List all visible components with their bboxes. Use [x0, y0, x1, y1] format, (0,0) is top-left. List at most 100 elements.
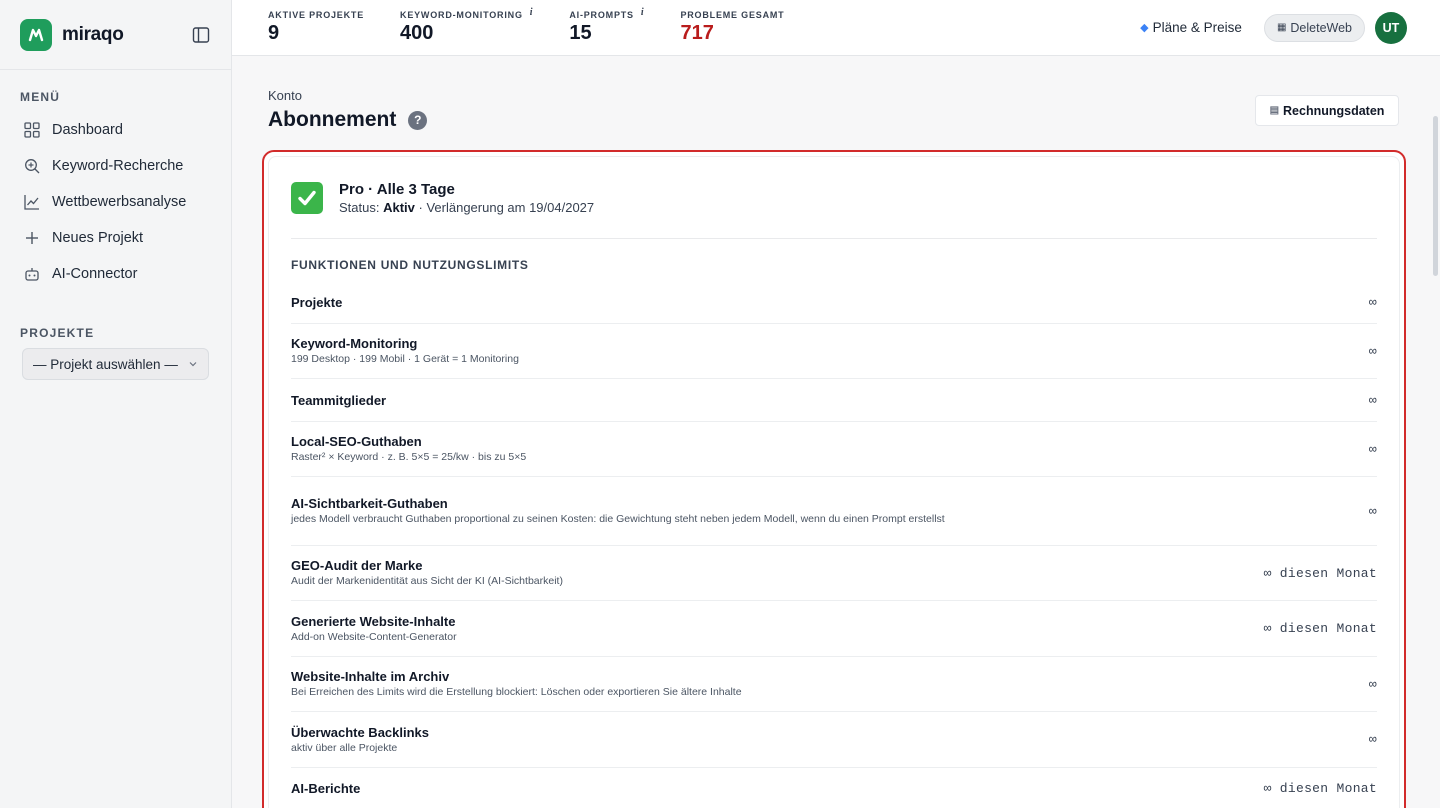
stat-value: 400 [400, 22, 434, 44]
chevron-down-icon [188, 357, 198, 372]
gem-icon: ◆ [1140, 22, 1149, 34]
search-icon [24, 158, 40, 174]
feature-row: Überwachte Backlinks aktiv über alle Proj… [291, 712, 1377, 768]
sidebar-item-label: Neues Projekt [52, 230, 144, 246]
feature-name: GEO-Audit der Marke [291, 558, 423, 573]
info-icon[interactable]: i [530, 7, 534, 18]
feature-list: Projekte ∞ Keyword-Monitoring 199 Desktop… [291, 282, 1377, 808]
feature-description: Audit der Markenidentität aus Sicht der … [291, 575, 563, 587]
menu-heading: MENÜ [20, 90, 61, 104]
feature-limit: ∞ diesen Monat [1263, 565, 1377, 581]
feature-limit: ∞ [1368, 732, 1377, 747]
feature-description: 199 Desktop · 199 Mobil · 1 Gerät = 1 Mo… [291, 353, 519, 365]
feature-row: Website-Inhalte im Archiv Bei Erreichen d… [291, 657, 1377, 712]
top-right-actions: ◆ Pläne & Preise ▦ DeleteWeb UT [1140, 11, 1440, 44]
stat-label: AI-PROMPTS [569, 10, 634, 20]
breadcrumb[interactable]: Konto [268, 88, 302, 103]
feature-row: Generierte Website-Inhalte Add-on Website… [291, 601, 1377, 657]
plan-name: Pro · Alle 3 Tage [339, 180, 455, 198]
feature-name: Projekte [291, 295, 343, 310]
plan-status: Status: Aktiv · Verlängerung am 19/04/20… [339, 200, 594, 215]
help-icon[interactable]: ? [408, 110, 428, 130]
avatar[interactable]: UT [1375, 11, 1407, 44]
feature-limit: ∞ [1368, 392, 1377, 408]
plan-header: Pro · Alle 3 Tage Status: Aktiv · Verlän… [291, 157, 1377, 239]
feature-row: Projekte ∞ [291, 282, 1377, 324]
feature-name: Local-SEO-Guthaben [291, 434, 422, 449]
plans-link-label: Pläne & Preise [1152, 20, 1242, 35]
top-bar: AKTIVE PROJEKTE 9 KEYWORD-MONITORING i 40… [232, 0, 1440, 56]
feature-row: Local-SEO-Guthaben Raster² × Keyword · z.… [291, 422, 1377, 477]
feature-row: Keyword-Monitoring 199 Desktop · 199 Mobi… [291, 324, 1377, 379]
features-heading: FUNKTIONEN UND NUTZUNGSLIMITS [291, 258, 529, 272]
subscription-panel: Pro · Alle 3 Tage Status: Aktiv · Verlän… [262, 150, 1406, 808]
logo-icon[interactable] [20, 18, 52, 51]
stat-value: 15 [569, 22, 592, 44]
stat-ai-prompts: AI-PROMPTS i 15 [569, 7, 645, 45]
sidebar-item-label: Wettbewerbsanalyse [52, 194, 187, 210]
project-select-value: — Projekt auswählen — [33, 356, 178, 372]
feature-row: GEO-Audit der Marke Audit der Markenident… [291, 546, 1377, 601]
feature-limit: ∞ [1368, 295, 1377, 310]
building-icon: ▦ [1276, 22, 1287, 33]
feature-name: Teammitglieder [291, 392, 387, 408]
brand-bar: miraqo [0, 0, 231, 70]
sidebar-item-label: Keyword-Recherche [52, 158, 184, 174]
feature-row: AI-Sichtbarkeit-Guthaben jedes Modell ver… [291, 477, 1377, 546]
stat-active-projects: AKTIVE PROJEKTE 9 [268, 10, 364, 45]
feature-name: Überwachte Backlinks [291, 724, 430, 740]
feature-description: jedes Modell verbraucht Guthaben proport… [291, 513, 945, 525]
status-value: Aktiv [383, 199, 415, 215]
feature-description: Bei Erreichen des Limits wird die Erstel… [291, 686, 742, 698]
projects-heading: PROJEKTE [20, 326, 95, 340]
feature-name: AI-Berichte [291, 781, 361, 796]
sidebar-item-wettbewerbsanalyse[interactable]: Wettbewerbsanalyse [12, 184, 219, 220]
brand-name[interactable]: miraqo [62, 24, 124, 46]
feature-description: Add-on Website-Content-Generator [291, 630, 457, 643]
billing-data-button[interactable]: ▤ Rechnungsdaten [1255, 95, 1399, 126]
plan-info: Pro · Alle 3 Tage Status: Aktiv · Verlän… [339, 181, 594, 215]
feature-limit: ∞ [1368, 441, 1377, 457]
project-select[interactable]: — Projekt auswählen — [22, 348, 209, 380]
check-icon [291, 181, 323, 214]
stat-label: PROBLEME GESAMT [680, 10, 785, 20]
stat-keyword-monitoring: KEYWORD-MONITORING i 400 [400, 7, 534, 45]
stat-label: AKTIVE PROJEKTE [268, 10, 365, 20]
renewal-date: · Verlängerung am 19/04/2027 [418, 199, 595, 215]
feature-limit: ∞ [1368, 503, 1377, 519]
account-name: DeleteWeb [1290, 20, 1352, 35]
plus-icon [24, 230, 40, 246]
sidebar-item-neues-projekt[interactable]: Neues Projekt [12, 220, 219, 256]
subscription-card: Pro · Alle 3 Tage Status: Aktiv · Verlän… [268, 156, 1400, 808]
stat-value: 9 [268, 22, 280, 44]
sidebar-toggle-icon[interactable] [191, 25, 211, 45]
feature-description: aktiv über alle Projekte [291, 741, 398, 754]
grid-icon [24, 122, 40, 138]
account-switcher[interactable]: ▦ DeleteWeb [1263, 13, 1365, 42]
page-title-text: Abonnement [268, 108, 397, 131]
stat-label: KEYWORD-MONITORING [400, 10, 523, 20]
status-label: Status: [339, 199, 380, 215]
stat-value: 717 [680, 22, 714, 44]
billing-button-label: Rechnungsdaten [1283, 103, 1385, 118]
sidebar-item-ai-connector[interactable]: AI-Connector [12, 256, 219, 292]
page-title: Abonnement ? [268, 108, 428, 132]
feature-limit: ∞ diesen Monat [1263, 781, 1377, 796]
info-icon[interactable]: i [641, 7, 645, 18]
stat-total-problems: PROBLEME GESAMT 717 [680, 10, 784, 45]
sidebar: miraqo MENÜ Dashboard Keyword-Recherche … [0, 0, 232, 808]
feature-row: AI-Berichte ∞ diesen Monat [291, 768, 1377, 808]
sidebar-item-label: Dashboard [52, 122, 123, 138]
sidebar-item-dashboard[interactable]: Dashboard [12, 112, 219, 148]
receipt-icon: ▤ [1269, 105, 1280, 116]
sidebar-nav: Dashboard Keyword-Recherche Wettbewerbsa… [0, 104, 231, 292]
feature-limit: ∞ [1368, 343, 1377, 359]
robot-icon [24, 266, 40, 282]
feature-row: Teammitglieder ∞ [291, 379, 1377, 422]
feature-limit: ∞ [1368, 676, 1377, 692]
chart-icon [24, 194, 40, 210]
sidebar-item-keyword-recherche[interactable]: Keyword-Recherche [12, 148, 219, 184]
feature-name: Generierte Website-Inhalte [291, 613, 456, 629]
plans-link[interactable]: ◆ Pläne & Preise [1140, 20, 1242, 35]
scrollbar[interactable] [1433, 116, 1438, 276]
